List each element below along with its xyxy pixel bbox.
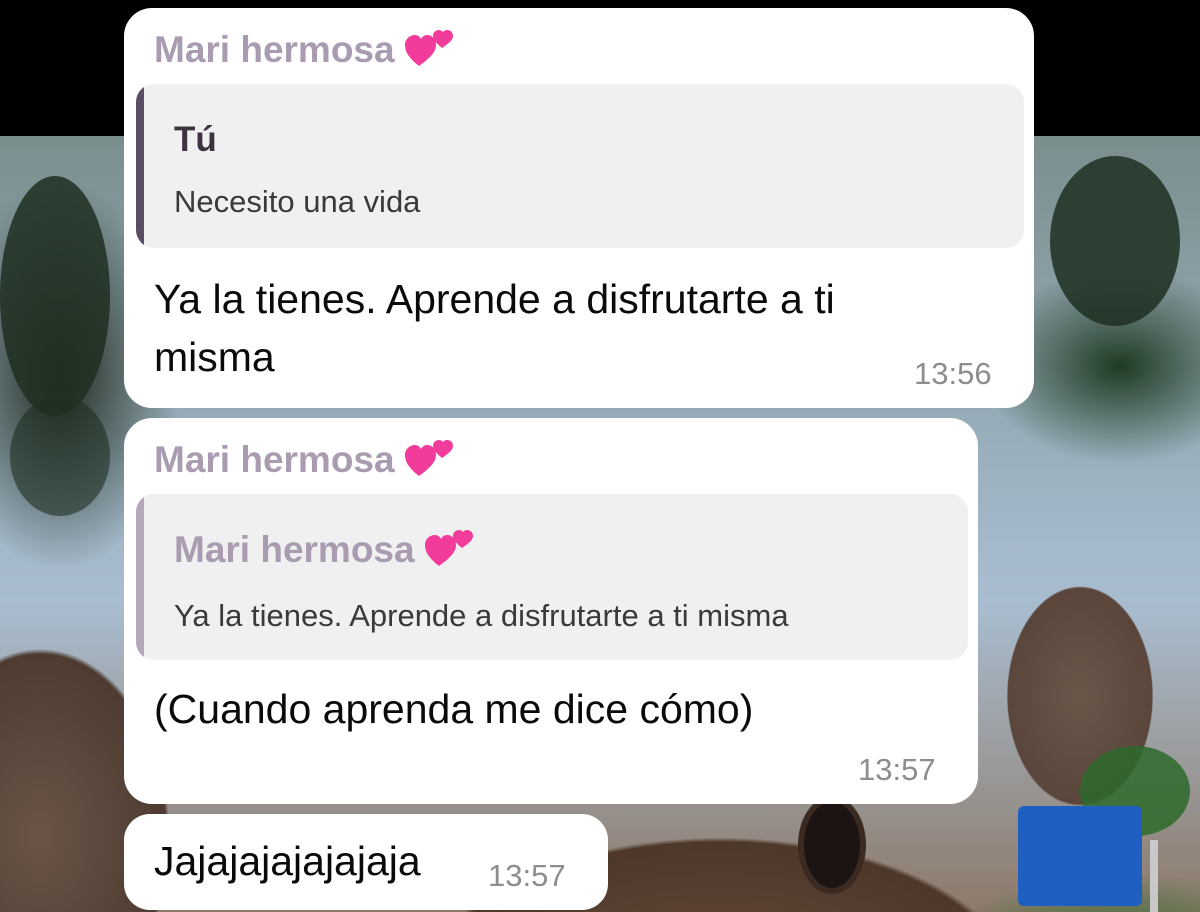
quote-text: Ya la tienes. Aprende a disfrutarte a ti… xyxy=(174,598,789,633)
deer-eye xyxy=(798,796,866,894)
sender-name-text: Mari hermosa xyxy=(154,439,395,480)
message-bubble[interactable]: Mari hermosa Mari hermosa Ya la tienes. … xyxy=(124,418,978,804)
quote-author: Tú xyxy=(174,120,217,159)
message-text: (Cuando aprenda me dice cómo) xyxy=(154,686,754,732)
blue-chair xyxy=(1018,806,1142,906)
sender-name[interactable]: Mari hermosa xyxy=(154,28,453,71)
message-text: Ya la tienes. Aprende a disfrutarte a ti… xyxy=(154,276,835,380)
message-bubble[interactable]: Mari hermosa Tú Necesito una vida Ya la … xyxy=(124,8,1034,408)
chat-screen: Mari hermosa Tú Necesito una vida Ya la … xyxy=(0,0,1200,912)
reply-quote[interactable]: Tú Necesito una vida xyxy=(136,84,1024,248)
message-text: Jajajajajajajaja xyxy=(154,838,421,884)
message-time: 13:57 xyxy=(858,752,936,787)
message-bubble[interactable]: Jajajajajajajaja 13:57 xyxy=(124,814,608,910)
two-hearts-icon xyxy=(404,438,453,478)
quote-text: Necesito una vida xyxy=(174,184,421,219)
sender-name-text: Mari hermosa xyxy=(154,29,395,70)
quote-author-text: Mari hermosa xyxy=(174,529,415,570)
chair-leg xyxy=(1150,840,1158,912)
message-time: 13:56 xyxy=(914,356,992,391)
quote-author: Mari hermosa xyxy=(174,528,473,571)
two-hearts-icon xyxy=(404,28,453,68)
quote-bar xyxy=(136,494,144,660)
quote-bar xyxy=(136,84,144,248)
two-hearts-icon xyxy=(424,528,473,568)
sender-name[interactable]: Mari hermosa xyxy=(154,438,453,481)
message-time: 13:57 xyxy=(488,858,566,893)
reply-quote[interactable]: Mari hermosa Ya la tienes. Aprende a dis… xyxy=(136,494,968,660)
